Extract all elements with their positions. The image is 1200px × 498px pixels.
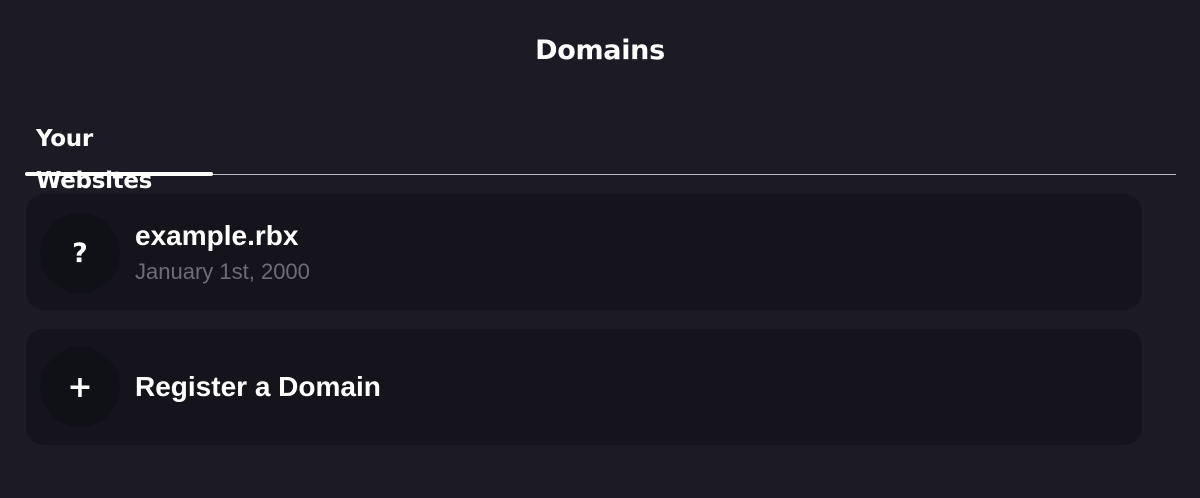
- plus-icon: +: [67, 369, 93, 405]
- page-title: Domains: [535, 35, 665, 66]
- tab-bar: Your Websites: [25, 118, 1176, 194]
- active-tab-indicator: [25, 172, 213, 176]
- tab-divider: [213, 174, 1176, 175]
- domain-avatar: ?: [40, 213, 120, 293]
- register-domain-label: Register a Domain: [135, 371, 381, 402]
- domain-date: January 1st, 2000: [135, 259, 310, 284]
- register-avatar: +: [40, 347, 120, 427]
- domain-card-example-rbx[interactable]: ? example.rbx January 1st, 2000: [26, 194, 1142, 310]
- register-domain-button[interactable]: + Register a Domain: [26, 329, 1142, 445]
- domains-page: Domains Your Websites ? example.rbx Janu…: [0, 0, 1200, 498]
- tab-label: Your Websites: [36, 126, 153, 194]
- tab-your-websites[interactable]: Your Websites: [25, 118, 213, 194]
- domain-name: example.rbx: [135, 220, 299, 251]
- question-mark-icon: ?: [72, 237, 88, 269]
